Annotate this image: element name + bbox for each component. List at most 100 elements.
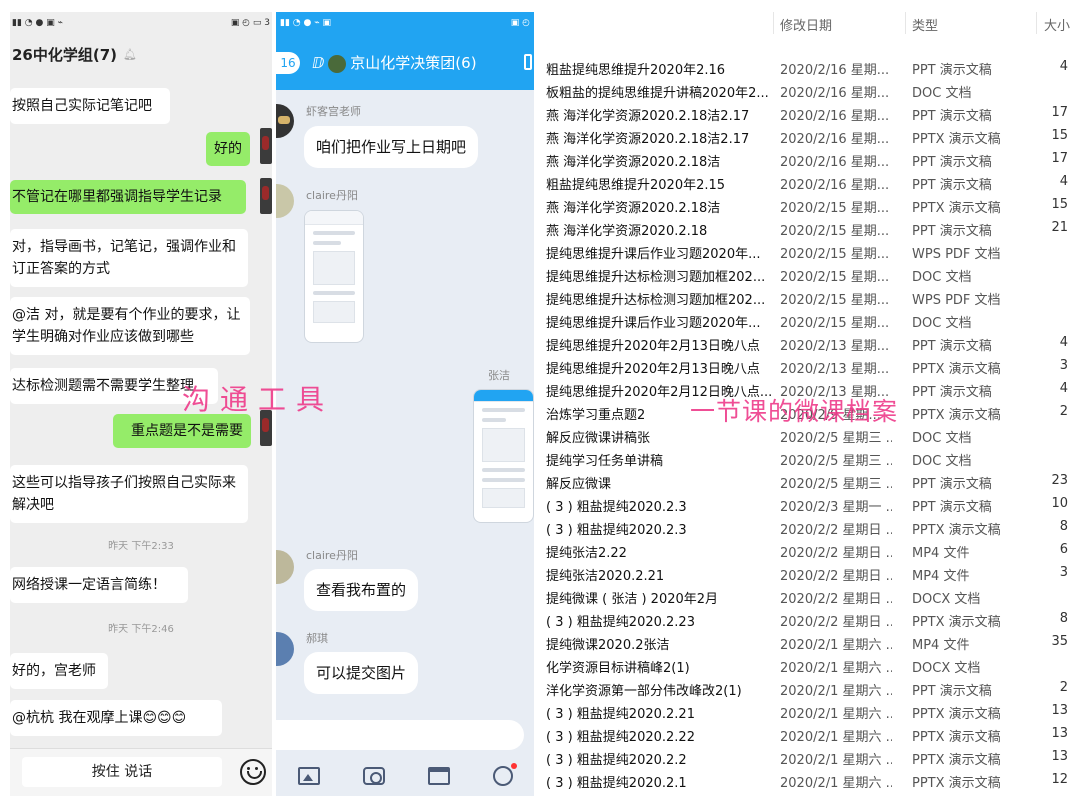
message-bubble[interactable]: 这些可以指导孩子们按照自己实际来解决吧 [10, 465, 248, 523]
file-name: 燕 海洋化学资源2020.2.18洁 [546, 155, 721, 170]
file-row[interactable]: 提纯思维提升课后作业习题2020年... 2020/2/15 星期... WPS P… [540, 240, 1080, 263]
file-row[interactable]: 3粗盐提纯2020.2张洁 2020/2/17 星期... 文件夹 [540, 792, 1080, 796]
file-type: PPT 演示文稿 [912, 109, 992, 124]
file-type: PPTX 演示文稿 [912, 753, 1001, 768]
file-row[interactable]: 提纯思维提升达标检测习题加框202... 2020/2/15 星期... WPS P… [540, 286, 1080, 309]
my-message-bubble[interactable]: 重点题是不是需要 [113, 414, 251, 448]
emoji-icon[interactable] [492, 763, 517, 786]
column-divider[interactable] [905, 12, 906, 34]
file-row[interactable]: 燕 海洋化学资源2020.2.18洁2.17 2020/2/16 星期... PPT… [540, 125, 1080, 148]
avatar[interactable] [276, 104, 294, 138]
message-bubble[interactable]: 按照自己实际记笔记吧 [10, 88, 170, 124]
image-message[interactable] [473, 389, 534, 523]
file-date: 2020/2/15 星期... [780, 316, 890, 331]
file-row[interactable]: 提纯思维提升达标检测习题加框202... 2020/2/15 星期... DOC 文… [540, 263, 1080, 286]
timestamp: 昨天 下午2:46 [108, 624, 174, 635]
file-row[interactable]: ( 3 ) 粗盐提纯2020.2.3 2020/2/2 星期日 ... PPTX 演… [540, 516, 1080, 539]
file-size: 2 [1059, 680, 1068, 695]
message-bubble[interactable]: 可以提交图片 [304, 652, 419, 694]
file-row[interactable]: 燕 海洋化学资源2020.2.18 2020/2/15 星期... PPT 演示文稿… [540, 217, 1080, 240]
file-size: 13 [1051, 703, 1068, 718]
file-row[interactable]: ( 3 ) 粗盐提纯2020.2.1 2020/2/1 星期六 ... PPTX 演… [540, 769, 1080, 792]
file-size: 15 [1051, 128, 1068, 143]
column-divider[interactable] [1036, 12, 1037, 34]
file-row[interactable]: 提纯学习任务单讲稿 2020/2/5 星期三 ... DOC 文档 [540, 447, 1080, 470]
avatar[interactable] [276, 632, 294, 666]
sender-name: claire丹阳 [306, 549, 358, 562]
battery-icon: ▣ ◴ [510, 18, 530, 28]
file-type: PPT 演示文稿 [912, 385, 992, 400]
file-row[interactable]: 粗盐提纯思维提升2020年2.15 2020/2/16 星期... PPT 演示文稿… [540, 171, 1080, 194]
file-box-icon[interactable] [427, 767, 450, 785]
avatar[interactable] [276, 184, 294, 218]
file-date: 2020/2/16 星期... [780, 155, 890, 170]
file-row[interactable]: 燕 海洋化学资源2020.2.18洁2.17 2020/2/16 星期... PPT… [540, 102, 1080, 125]
emoji-icon[interactable] [240, 759, 266, 785]
file-type: PPT 演示文稿 [912, 224, 992, 239]
my-message-bubble[interactable]: 不管记在哪里都强调指导学生记录 [10, 180, 246, 214]
file-type: DOC 文档 [912, 270, 972, 285]
message-bubble[interactable]: 查看我布置的 [304, 569, 419, 611]
file-row[interactable]: 化学资源目标讲稿峰2(1) 2020/2/1 星期六 ... DOCX 文档 [540, 654, 1080, 677]
file-row[interactable]: ( 3 ) 粗盐提纯2020.2.21 2020/2/1 星期六 ... PPTX … [540, 700, 1080, 723]
file-name: 化学资源目标讲稿峰2(1) [546, 661, 690, 676]
file-row[interactable]: 提纯张洁2.22 2020/2/2 星期日 ... MP4 文件 6 [540, 539, 1080, 562]
signal-icon: ▮▮ ◔ ● ⌁ ▣ [280, 18, 331, 28]
size-column-header[interactable]: 大小 [1044, 15, 1070, 34]
image-message[interactable] [304, 210, 364, 343]
file-date: 2020/2/16 星期... [780, 178, 890, 193]
phone-icon[interactable] [524, 54, 532, 70]
file-date: 2020/2/1 星期六 ... [780, 684, 892, 699]
file-name: 板粗盐的提纯思维提升讲稿2020年2... [546, 86, 769, 101]
file-row[interactable]: ( 3 ) 粗盐提纯2020.2.22 2020/2/1 星期六 ... PPTX … [540, 723, 1080, 746]
file-size: 17 [1051, 105, 1068, 120]
avatar[interactable] [276, 550, 294, 584]
file-size: 8 [1059, 611, 1068, 626]
file-name: 提纯思维提升达标检测习题加框202... [546, 270, 766, 285]
file-row[interactable]: 提纯思维提升2020年2月13日晚八点 2020/2/13 星期... PPTX 演… [540, 355, 1080, 378]
file-row[interactable]: 燕 海洋化学资源2020.2.18洁 2020/2/15 星期... PPTX 演示… [540, 194, 1080, 217]
file-row[interactable]: 燕 海洋化学资源2020.2.18洁 2020/2/16 星期... PPT 演示文… [540, 148, 1080, 171]
file-row[interactable]: ( 3 ) 粗盐提纯2020.2.3 2020/2/3 星期一 ... PPT 演示… [540, 493, 1080, 516]
file-row[interactable]: 提纯微课 ( 张洁 ) 2020年2月 2020/2/2 星期日 ... DOCX … [540, 585, 1080, 608]
type-column-header[interactable]: 类型 [912, 15, 938, 34]
avatar[interactable] [260, 178, 272, 214]
chat-title-area[interactable]: ⅅ 京山化学决策团(6) [312, 50, 477, 76]
chat-header[interactable]: 26中化学组(7) 🔔︎ [10, 34, 272, 74]
file-row[interactable]: 提纯张洁2020.2.21 2020/2/2 星期日 ... MP4 文件 3 [540, 562, 1080, 585]
message-bubble[interactable]: 网络授课一定语言简练！ [10, 567, 188, 603]
file-size: 15 [1051, 197, 1068, 212]
file-row[interactable]: 提纯思维提升2020年2月13日晚八点 2020/2/13 星期... PPT 演示… [540, 332, 1080, 355]
file-name: 燕 海洋化学资源2020.2.18洁2.17 [546, 109, 750, 124]
hold-to-talk-button[interactable]: 按住 说话 [22, 757, 222, 787]
image-icon[interactable] [297, 767, 320, 785]
file-type: DOC 文档 [912, 86, 972, 101]
message-input[interactable] [276, 720, 524, 750]
file-name: ( 3 ) 粗盐提纯2020.2.2 [546, 753, 687, 768]
file-row[interactable]: 洋化学资源第一部分伟改峰改2(1) 2020/2/1 星期六 ... PPT 演示文… [540, 677, 1080, 700]
back-button[interactable]: 16 [276, 52, 300, 74]
file-row[interactable]: ( 3 ) 粗盐提纯2020.2.23 2020/2/2 星期日 ... PPTX … [540, 608, 1080, 631]
file-row[interactable]: ( 3 ) 粗盐提纯2020.2.2 2020/2/1 星期六 ... PPTX 演… [540, 746, 1080, 769]
message-bubble[interactable]: @洁 对，就是要有个作业的要求，让学生明确对作业应该做到哪些 [10, 297, 250, 355]
file-name: 提纯学习任务单讲稿 [546, 454, 664, 469]
file-name: 提纯张洁2.22 [546, 546, 627, 561]
message-bubble[interactable]: @杭杭 我在观摩上课😊😊😊 [10, 700, 222, 736]
file-row[interactable]: 提纯微课2020.2张洁 2020/2/1 星期六 ... MP4 文件 35 [540, 631, 1080, 654]
message-bubble[interactable]: 好的，宫老师 [10, 653, 108, 689]
file-name: 燕 海洋化学资源2020.2.18洁 [546, 201, 721, 216]
file-type: PPTX 演示文稿 [912, 132, 1001, 147]
message-bubble[interactable]: 咱们把作业写上日期吧 [304, 126, 479, 168]
column-divider[interactable] [773, 12, 774, 34]
file-row[interactable]: 提纯思维提升课后作业习题2020年... 2020/2/15 星期... DOC 文… [540, 309, 1080, 332]
date-column-header[interactable]: 修改日期 [780, 15, 832, 34]
file-size: 3 [1059, 358, 1068, 373]
file-row[interactable]: 解反应微课 2020/2/5 星期三 ... PPT 演示文稿 23 [540, 470, 1080, 493]
message-bubble[interactable]: 对，指导画书，记笔记，强调作业和订正答案的方式 [10, 229, 248, 287]
file-row[interactable]: 粗盐提纯思维提升2020年2.16 2020/2/16 星期... PPT 演示文稿… [540, 56, 1080, 79]
file-row[interactable]: 板粗盐的提纯思维提升讲稿2020年2... 2020/2/16 星期... DOC … [540, 79, 1080, 102]
file-date: 2020/2/1 星期六 ... [780, 730, 892, 745]
my-message-bubble[interactable]: 好的 [206, 132, 250, 166]
camera-icon[interactable] [362, 767, 385, 785]
avatar[interactable] [260, 128, 272, 164]
